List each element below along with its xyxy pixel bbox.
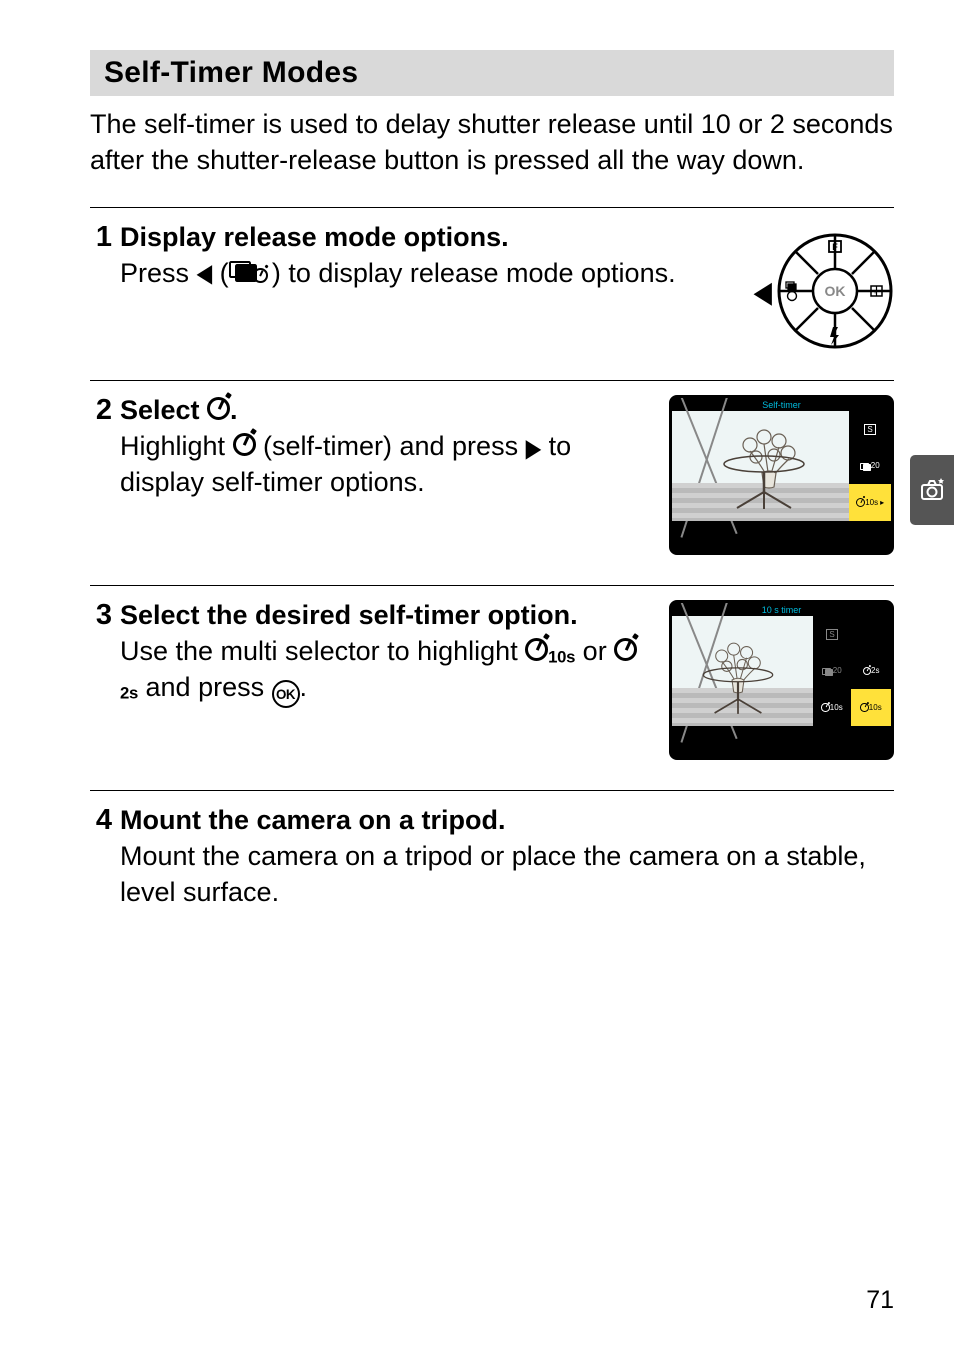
step-3: 3 Select the desired self-timer option. …	[90, 585, 894, 790]
step-4-title: Mount the camera on a tripod.	[120, 805, 894, 836]
scene-preview	[672, 616, 813, 726]
ok-button-icon	[272, 680, 300, 708]
timer-icon	[207, 397, 230, 420]
opt-2s: 2s	[851, 653, 891, 690]
opt-selftimer: 10s	[813, 689, 851, 726]
step-3-text: Use the multi selector to highlight 10s …	[120, 633, 649, 708]
camera-screenshot-10stimer: 10 s timer	[669, 600, 894, 760]
step-number: 2	[90, 395, 112, 555]
step-4: 4 Mount the camera on a tripod. Mount th…	[90, 790, 894, 921]
step-2-title: Select .	[120, 395, 649, 426]
left-arrow-icon	[197, 258, 213, 288]
camera-star-icon	[919, 477, 945, 503]
right-arrow-icon	[526, 431, 542, 461]
page-number: 71	[866, 1286, 894, 1315]
opt-selftimer-highlighted: 10s▸	[849, 484, 891, 521]
timer-small-icon	[253, 268, 268, 283]
step-1-text: Press () to display release mode options…	[120, 255, 734, 291]
svg-text:F: F	[832, 242, 838, 252]
step-3-title: Select the desired self-timer option.	[120, 600, 649, 631]
timer-icon	[525, 638, 548, 661]
svg-text:OK: OK	[825, 283, 846, 299]
section-header: Self-Timer Modes	[90, 50, 894, 96]
step-number: 4	[90, 805, 112, 911]
step-1-title: Display release mode options.	[120, 222, 734, 253]
step-number: 3	[90, 600, 112, 760]
release-mode-column: S 20 10s	[813, 616, 851, 726]
timer-icon	[614, 638, 637, 661]
opt-blank	[851, 616, 891, 653]
step-4-text: Mount the camera on a tripod or place th…	[120, 838, 894, 911]
camera-screenshot-selftimer: Self-timer	[669, 395, 894, 555]
step-2: 2 Select . Highlight (self-timer) and pr…	[90, 380, 894, 585]
screenshot-title: 10 s timer	[672, 603, 891, 616]
opt-10s-highlighted: 10s	[851, 689, 891, 726]
dial-icon: OK F	[776, 232, 894, 350]
opt-single: S	[849, 411, 891, 448]
step-number: 1	[90, 222, 112, 350]
opt-continuous: 20	[849, 448, 891, 485]
scene-preview	[672, 411, 849, 521]
release-mode-column: S 20 10s▸	[849, 411, 891, 521]
screenshot-title: Self-timer	[672, 398, 891, 411]
step-2-text: Highlight (self-timer) and press to disp…	[120, 428, 649, 501]
table-graphic	[699, 666, 777, 714]
timer-sub-column: 2s 10s	[851, 616, 891, 726]
table-graphic	[719, 454, 809, 509]
press-left-icon	[754, 272, 772, 309]
opt-single: S	[813, 616, 851, 653]
intro-paragraph: The self-timer is used to delay shutter …	[90, 106, 894, 179]
opt-continuous: 20	[813, 653, 851, 690]
timer-icon	[233, 433, 256, 456]
svg-text:+: +	[873, 289, 877, 296]
step-1: 1 Display release mode options. Press ()…	[90, 207, 894, 380]
multi-selector-diagram: OK F	[754, 222, 894, 350]
section-tab	[910, 455, 954, 525]
